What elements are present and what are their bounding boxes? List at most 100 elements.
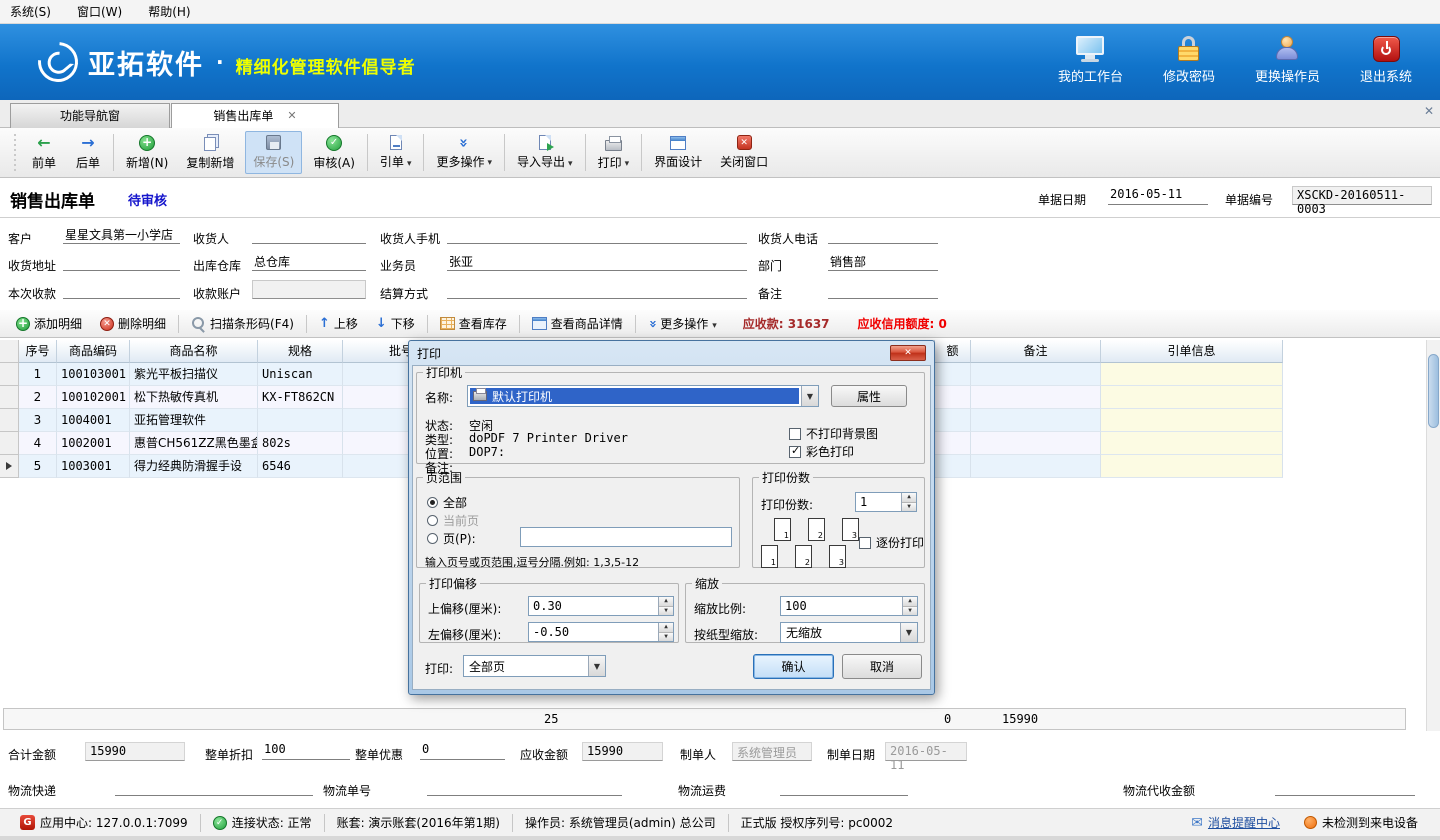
message-center-link[interactable]: 消息提醒中心: [1179, 814, 1292, 832]
add-line-button[interactable]: 添加明细: [10, 313, 88, 334]
detail-more-actions-button[interactable]: 更多操作: [642, 313, 723, 334]
confirm-button[interactable]: 确认: [753, 654, 834, 679]
col-seq[interactable]: 序号: [19, 340, 57, 363]
document-header: 销售出库单 待审核 单据日期 2016-05-11 单据编号 XSCKD-201…: [0, 178, 1440, 218]
switch-operator-button[interactable]: 更换操作员: [1255, 36, 1320, 85]
cell-spec: Uniscan: [258, 363, 343, 386]
app-center-status: 应用中心: 127.0.0.1:7099: [8, 814, 201, 832]
col-note[interactable]: 备注: [971, 340, 1101, 363]
collate-checkbox[interactable]: 逐份打印: [859, 534, 924, 551]
change-password-button[interactable]: 修改密码: [1157, 36, 1221, 85]
printer-properties-button[interactable]: 属性: [831, 385, 907, 407]
toolbar-separator: [519, 315, 520, 333]
audit-button[interactable]: 审核(A): [304, 128, 364, 177]
grid-icon: [440, 317, 455, 330]
payment-field[interactable]: [63, 281, 180, 299]
spinner-buttons[interactable]: [902, 597, 917, 615]
print-dialog-titlebar[interactable]: 打印: [412, 341, 931, 365]
view-product-detail-button[interactable]: 查看商品详情: [526, 313, 629, 334]
tabstrip-close-icon[interactable]: ✕: [1424, 104, 1434, 118]
move-down-button[interactable]: 下移: [370, 313, 421, 334]
cancel-button[interactable]: 取消: [842, 654, 922, 679]
spinner-buttons[interactable]: [901, 493, 916, 511]
logistics-cod-field[interactable]: [1275, 778, 1415, 796]
menu-help[interactable]: 帮助(H): [148, 3, 190, 20]
tab-close-icon[interactable]: ✕: [287, 104, 296, 128]
printer-name-combo[interactable]: 默认打印机: [467, 385, 819, 407]
scrollbar-thumb[interactable]: [1428, 354, 1439, 428]
toolbar-separator: [306, 315, 307, 333]
more-actions-button[interactable]: 更多操作: [427, 128, 501, 177]
doc-date-field[interactable]: 2016-05-11: [1108, 187, 1208, 205]
settlement-field[interactable]: [447, 281, 747, 299]
ship-address-field[interactable]: [63, 253, 180, 271]
exit-system-button[interactable]: 退出系统: [1354, 36, 1418, 85]
dropdown-caret-icon: [487, 154, 492, 168]
no-background-checkbox[interactable]: 不打印背景图: [789, 425, 878, 442]
ui-design-button[interactable]: 界面设计: [645, 128, 711, 177]
doc-concession-field[interactable]: 0: [420, 742, 505, 760]
combo-dropdown-icon[interactable]: [801, 386, 818, 406]
range-hint: 输入页号或页范围,逗号分隔.例如: 1,3,5-12: [425, 554, 639, 570]
prev-doc-button[interactable]: 前单: [22, 128, 66, 177]
consignee-mobile-field[interactable]: [447, 226, 747, 244]
delete-line-button[interactable]: 删除明细: [94, 313, 172, 334]
scale-ratio-spinner[interactable]: 100: [780, 596, 918, 616]
logistics-no-field[interactable]: [427, 778, 622, 796]
range-pages-radio[interactable]: 页(P):: [427, 530, 476, 547]
col-code[interactable]: 商品编码: [57, 340, 130, 363]
close-window-button[interactable]: 关闭窗口: [711, 128, 777, 177]
copy-new-button[interactable]: 复制新增: [177, 128, 243, 177]
color-print-checkbox[interactable]: 彩色打印: [789, 443, 854, 460]
warehouse-field[interactable]: 总仓库: [252, 253, 366, 271]
customer-field[interactable]: 星星文具第一小学店: [63, 226, 180, 244]
logistics-cod-label: 物流代收金额: [1123, 782, 1195, 799]
remark-field[interactable]: [828, 281, 938, 299]
next-doc-button[interactable]: 后单: [66, 128, 110, 177]
doc-discount-field[interactable]: 100: [262, 742, 350, 760]
offset-legend: 打印偏移: [426, 575, 480, 592]
logistics-fee-field[interactable]: [780, 778, 908, 796]
salesman-label: 业务员: [380, 257, 416, 274]
top-offset-spinner[interactable]: 0.30: [528, 596, 674, 616]
consignee-field[interactable]: [252, 226, 366, 244]
spinner-buttons[interactable]: [658, 597, 673, 615]
spinner-buttons[interactable]: [658, 623, 673, 641]
print-target-combo[interactable]: 全部页: [463, 655, 606, 677]
combo-dropdown-icon[interactable]: [900, 623, 917, 642]
range-pages-input[interactable]: [520, 527, 732, 547]
vertical-scrollbar[interactable]: [1426, 340, 1440, 731]
move-up-button[interactable]: 上移: [313, 313, 364, 334]
menu-window[interactable]: 窗口(W): [77, 3, 122, 20]
cell-ref: [1101, 409, 1283, 432]
menu-system[interactable]: 系统(S): [10, 3, 51, 20]
my-workbench-button[interactable]: 我的工作台: [1058, 36, 1123, 85]
dialog-close-button[interactable]: [890, 345, 926, 361]
scan-barcode-button[interactable]: 扫描条形码(F4): [185, 313, 300, 334]
col-spec[interactable]: 规格: [258, 340, 343, 363]
col-ref[interactable]: 引单信息: [1101, 340, 1283, 363]
print-button[interactable]: 打印: [589, 128, 639, 177]
range-current-radio[interactable]: 当前页: [427, 512, 479, 529]
scale-ratio-label: 缩放比例:: [694, 600, 746, 617]
tab-sales-outbound[interactable]: 销售出库单 ✕: [171, 103, 339, 128]
save-button[interactable]: 保存(S): [245, 131, 302, 174]
consignee-phone-field[interactable]: [828, 226, 938, 244]
logistics-express-field[interactable]: [115, 778, 313, 796]
department-field[interactable]: 销售部: [828, 253, 938, 271]
create-date-field: 2016-05-11: [885, 742, 967, 761]
new-button[interactable]: 新增(N): [117, 128, 177, 177]
left-offset-spinner[interactable]: -0.50: [528, 622, 674, 642]
col-amount[interactable]: 额: [935, 340, 971, 363]
cell-code: 100103001: [57, 363, 130, 386]
tab-nav-panel[interactable]: 功能导航窗: [10, 103, 170, 128]
range-all-radio[interactable]: 全部: [427, 494, 467, 511]
paper-scale-combo[interactable]: 无缩放: [780, 622, 918, 643]
salesman-field[interactable]: 张亚: [447, 253, 747, 271]
quote-doc-button[interactable]: 引单: [371, 128, 421, 177]
import-export-button[interactable]: 导入导出: [508, 128, 582, 177]
copies-spinner[interactable]: 1: [855, 492, 917, 512]
combo-dropdown-icon[interactable]: [588, 656, 605, 676]
view-stock-button[interactable]: 查看库存: [434, 313, 513, 334]
col-name[interactable]: 商品名称: [130, 340, 258, 363]
